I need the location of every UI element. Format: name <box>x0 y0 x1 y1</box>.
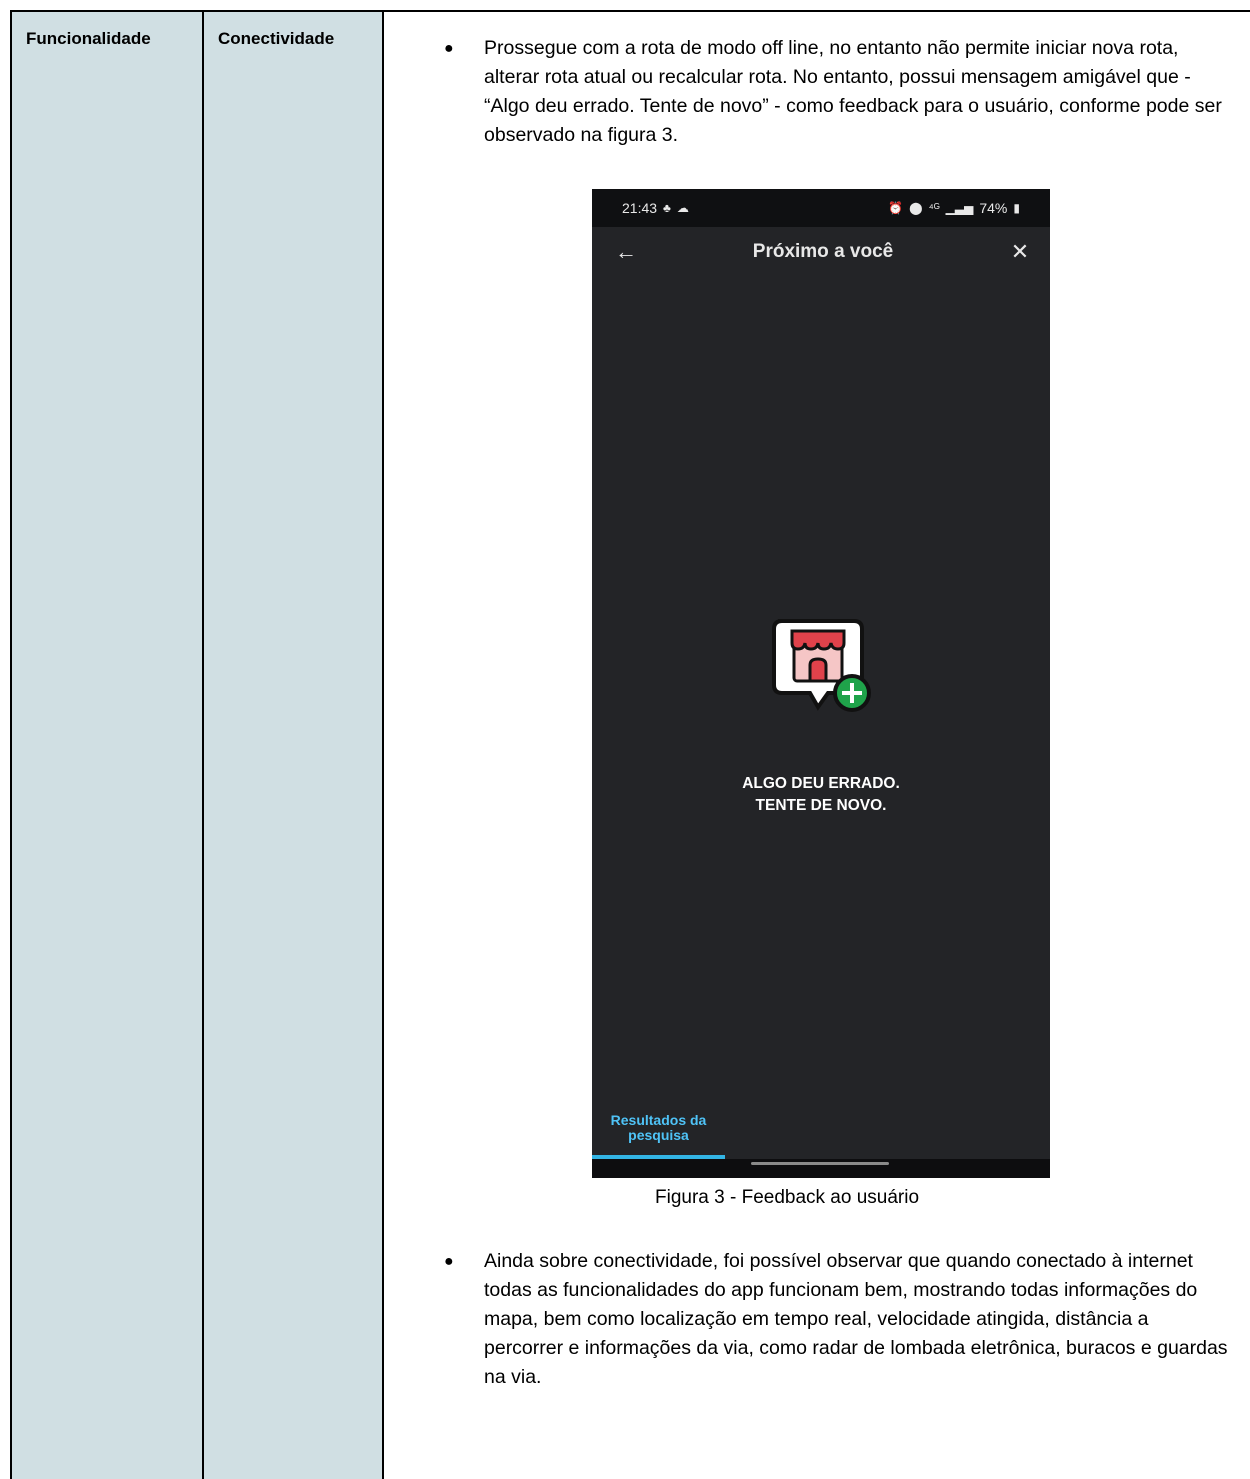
list-item: ● Prossegue com a rota de modo off line,… <box>442 34 1232 150</box>
list-item: ● Ainda sobre conectividade, foi possíve… <box>442 1247 1232 1392</box>
signal-icon: ▁▃▅ <box>945 201 974 215</box>
error-line-1: ALGO DEU ERRADO. <box>742 775 900 792</box>
error-message: ALGO DEU ERRADO. TENTE DE NOVO. <box>592 773 1050 817</box>
store-error-icon <box>772 619 871 712</box>
bullet-text: Prossegue com a rota de modo off line, n… <box>484 37 1222 146</box>
home-indicator[interactable] <box>751 1162 889 1165</box>
clock: 21:43 <box>622 200 658 216</box>
close-icon[interactable]: ✕ <box>1008 239 1032 265</box>
figure-3-screenshot: 21:43 ♣ ☁ ⏰ ⬤ ⁴ᴳ ▁▃▅ 74% ▮ ← Próximo a v… <box>592 189 1050 1178</box>
person-icon: ♣ <box>663 201 671 215</box>
tab-search-results[interactable]: Resultados da pesquisa <box>592 1113 725 1143</box>
phone-status-bar: 21:43 ♣ ☁ ⏰ ⬤ ⁴ᴳ ▁▃▅ 74% ▮ <box>592 189 1050 227</box>
category-label: Funcionalidade <box>26 29 151 48</box>
bullet-marker: ● <box>444 40 454 57</box>
subcategory-cell: Conectividade <box>204 12 384 1479</box>
screen-title: Próximo a você <box>752 241 894 262</box>
cloud-icon: ☁ <box>676 201 689 215</box>
alarm-icon: ⏰ <box>888 201 904 215</box>
tab-label-line-2: pesquisa <box>628 1127 689 1143</box>
tab-label-line-1: Resultados da <box>610 1112 707 1128</box>
app-bar: ← Próximo a você ✕ <box>592 227 1050 277</box>
location-icon: ⬤ <box>909 201 923 215</box>
battery-level: 74% <box>979 200 1008 216</box>
figure-caption: Figura 3 - Feedback ao usuário <box>655 1187 920 1208</box>
battery-icon: ▮ <box>1013 201 1020 215</box>
description-cell: ● Prossegue com a rota de modo off line,… <box>384 12 1250 1479</box>
error-line-2: TENTE DE NOVO. <box>755 797 887 814</box>
4g-icon: ⁴ᴳ <box>928 201 940 215</box>
back-arrow-icon[interactable]: ← <box>614 239 638 265</box>
bullet-text: Ainda sobre conectividade, foi possível … <box>484 1250 1228 1388</box>
bullet-marker: ● <box>444 1253 454 1270</box>
category-cell: Funcionalidade <box>12 12 204 1479</box>
document-table: Funcionalidade Conectividade ● Prossegue… <box>10 10 1250 1479</box>
subcategory-label: Conectividade <box>218 29 335 48</box>
